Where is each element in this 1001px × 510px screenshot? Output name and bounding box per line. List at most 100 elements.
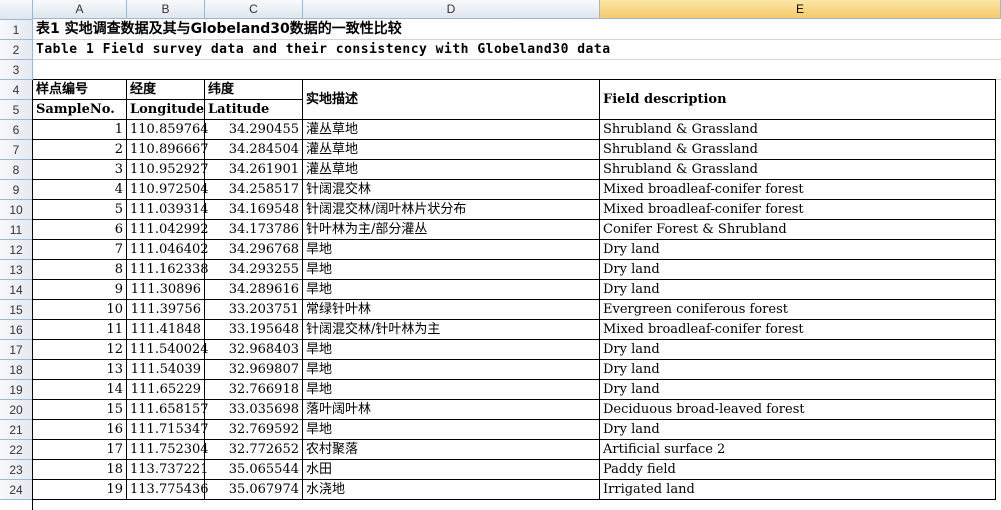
row-header-11[interactable]: 11: [0, 220, 33, 240]
desc-cn-cell[interactable]: 针阔混交林: [303, 180, 600, 200]
column-header-d[interactable]: D: [303, 0, 600, 19]
longitude-cell[interactable]: 111.54039: [127, 360, 205, 380]
row-header-8[interactable]: 8: [0, 160, 33, 180]
longitude-cell[interactable]: 110.972504: [127, 180, 209, 200]
latitude-cell[interactable]: 34.284504: [205, 140, 303, 160]
latitude-cell[interactable]: 34.296768: [205, 240, 303, 260]
desc-en-cell[interactable]: Dry land: [600, 340, 996, 360]
longitude-cell[interactable]: 111.540024: [127, 340, 209, 360]
row-header-13[interactable]: 13: [0, 260, 33, 280]
sample-no-cell[interactable]: 15: [33, 400, 127, 420]
desc-cn-cell[interactable]: 水浇地: [303, 480, 600, 500]
column-header-b[interactable]: B: [127, 0, 205, 19]
desc-en-cell[interactable]: Mixed broadleaf-conifer forest: [600, 320, 996, 340]
row-header-6[interactable]: 6: [0, 120, 33, 140]
desc-cn-cell[interactable]: 水田: [303, 460, 600, 480]
longitude-cell[interactable]: 111.046402: [127, 240, 209, 260]
desc-cn-cell[interactable]: 灌丛草地: [303, 120, 600, 140]
sample-no-cell[interactable]: 1: [33, 120, 127, 140]
sample-no-cell[interactable]: 5: [33, 200, 127, 220]
sample-no-cell[interactable]: 8: [33, 260, 127, 280]
row-header-18[interactable]: 18: [0, 360, 33, 380]
desc-cn-cell[interactable]: 旱地: [303, 280, 600, 300]
longitude-cell[interactable]: 113.737221: [127, 460, 209, 480]
sample-no-cell[interactable]: 6: [33, 220, 127, 240]
column-header-e[interactable]: E: [600, 0, 1001, 19]
row-header-5[interactable]: 5: [0, 100, 33, 120]
desc-cn-cell[interactable]: 旱地: [303, 380, 600, 400]
latitude-cell[interactable]: 34.290455: [205, 120, 303, 140]
row-header-7[interactable]: 7: [0, 140, 33, 160]
longitude-cell[interactable]: 110.896667: [127, 140, 209, 160]
desc-cn-cell[interactable]: 旱地: [303, 340, 600, 360]
latitude-cell[interactable]: 32.969807: [205, 360, 303, 380]
empty-row-3[interactable]: [33, 60, 1001, 80]
latitude-cell[interactable]: 33.195648: [205, 320, 303, 340]
desc-cn-cell[interactable]: 灌丛草地: [303, 160, 600, 180]
longitude-cell[interactable]: 113.775436: [127, 480, 209, 500]
longitude-cell[interactable]: 111.30896: [127, 280, 205, 300]
desc-en-cell[interactable]: Dry land: [600, 420, 996, 440]
longitude-cell[interactable]: 111.162338: [127, 260, 209, 280]
column-header-a[interactable]: A: [33, 0, 127, 19]
sample-no-cell[interactable]: 10: [33, 300, 127, 320]
desc-cn-cell[interactable]: 常绿针叶林: [303, 300, 600, 320]
desc-cn-cell[interactable]: 旱地: [303, 360, 600, 380]
sample-no-cell[interactable]: 3: [33, 160, 127, 180]
latitude-cell[interactable]: 35.067974: [205, 480, 303, 500]
longitude-cell[interactable]: 111.39756: [127, 300, 205, 320]
row-header-17[interactable]: 17: [0, 340, 33, 360]
longitude-cell[interactable]: 111.039314: [127, 200, 209, 220]
desc-cn-cell[interactable]: 旱地: [303, 260, 600, 280]
header-sample-en[interactable]: SampleNo.: [33, 100, 127, 120]
latitude-cell[interactable]: 34.293255: [205, 260, 303, 280]
longitude-cell[interactable]: 111.658157: [127, 400, 209, 420]
desc-en-cell[interactable]: Paddy field: [600, 460, 996, 480]
longitude-cell[interactable]: 110.952927: [127, 160, 209, 180]
row-header-10[interactable]: 10: [0, 200, 33, 220]
sample-no-cell[interactable]: 14: [33, 380, 127, 400]
desc-en-cell[interactable]: Shrubland & Grassland: [600, 160, 996, 180]
longitude-cell[interactable]: 111.41848: [127, 320, 205, 340]
desc-en-cell[interactable]: Dry land: [600, 380, 996, 400]
desc-en-cell[interactable]: Artificial surface 2: [600, 440, 996, 460]
desc-en-cell[interactable]: Evergreen coniferous forest: [600, 300, 996, 320]
column-header-c[interactable]: C: [205, 0, 303, 19]
desc-cn-cell[interactable]: 落叶阔叶林: [303, 400, 600, 420]
sample-no-cell[interactable]: 13: [33, 360, 127, 380]
desc-en-cell[interactable]: Dry land: [600, 360, 996, 380]
row-header-12[interactable]: 12: [0, 240, 33, 260]
longitude-cell[interactable]: 111.715347: [127, 420, 209, 440]
row-header-14[interactable]: 14: [0, 280, 33, 300]
row-header-4[interactable]: 4: [0, 80, 33, 100]
sample-no-cell[interactable]: 4: [33, 180, 127, 200]
row-header-24[interactable]: 24: [0, 480, 33, 500]
sample-no-cell[interactable]: 17: [33, 440, 127, 460]
table-title-cn[interactable]: 表1 实地调查数据及其与Globeland30数据的一致性比较: [33, 20, 1001, 40]
row-header-15[interactable]: 15: [0, 300, 33, 320]
sample-no-cell[interactable]: 7: [33, 240, 127, 260]
latitude-cell[interactable]: 34.173786: [205, 220, 303, 240]
latitude-cell[interactable]: 34.258517: [205, 180, 303, 200]
row-header-3[interactable]: 3: [0, 60, 33, 80]
latitude-cell[interactable]: 34.289616: [205, 280, 303, 300]
desc-cn-cell[interactable]: 灌丛草地: [303, 140, 600, 160]
row-header-9[interactable]: 9: [0, 180, 33, 200]
table-title-en[interactable]: Table 1 Field survey data and their cons…: [33, 40, 1001, 60]
latitude-cell[interactable]: 33.203751: [205, 300, 303, 320]
desc-cn-cell[interactable]: 针阔混交林/针叶林为主: [303, 320, 600, 340]
desc-en-cell[interactable]: Shrubland & Grassland: [600, 140, 996, 160]
sample-no-cell[interactable]: 2: [33, 140, 127, 160]
header-lat-cn[interactable]: 纬度: [205, 80, 303, 100]
longitude-cell[interactable]: 111.752304: [127, 440, 209, 460]
sample-no-cell[interactable]: 9: [33, 280, 127, 300]
row-header-20[interactable]: 20: [0, 400, 33, 420]
sample-no-cell[interactable]: 19: [33, 480, 127, 500]
row-header-22[interactable]: 22: [0, 440, 33, 460]
desc-en-cell[interactable]: Mixed broadleaf-conifer forest: [600, 200, 996, 220]
latitude-cell[interactable]: 32.968403: [205, 340, 303, 360]
row-header-21[interactable]: 21: [0, 420, 33, 440]
sample-no-cell[interactable]: 12: [33, 340, 127, 360]
latitude-cell[interactable]: 33.035698: [205, 400, 303, 420]
sample-no-cell[interactable]: 11: [33, 320, 127, 340]
